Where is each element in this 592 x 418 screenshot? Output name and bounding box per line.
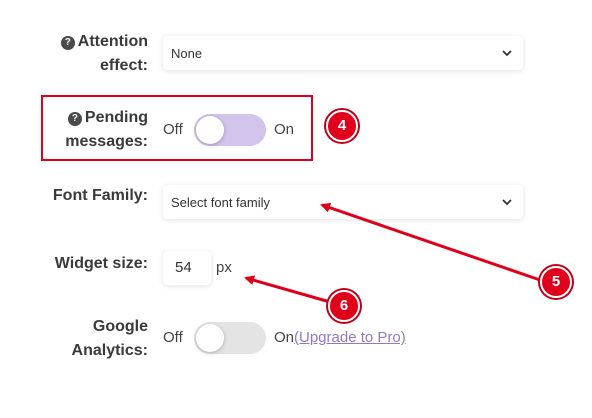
annotation-badge-5: 5 — [540, 266, 572, 298]
annotation-badge-6: 6 — [328, 290, 360, 322]
annotation-arrows — [244, 202, 541, 304]
arrow-6 — [244, 275, 331, 304]
arrow-5 — [320, 202, 541, 282]
